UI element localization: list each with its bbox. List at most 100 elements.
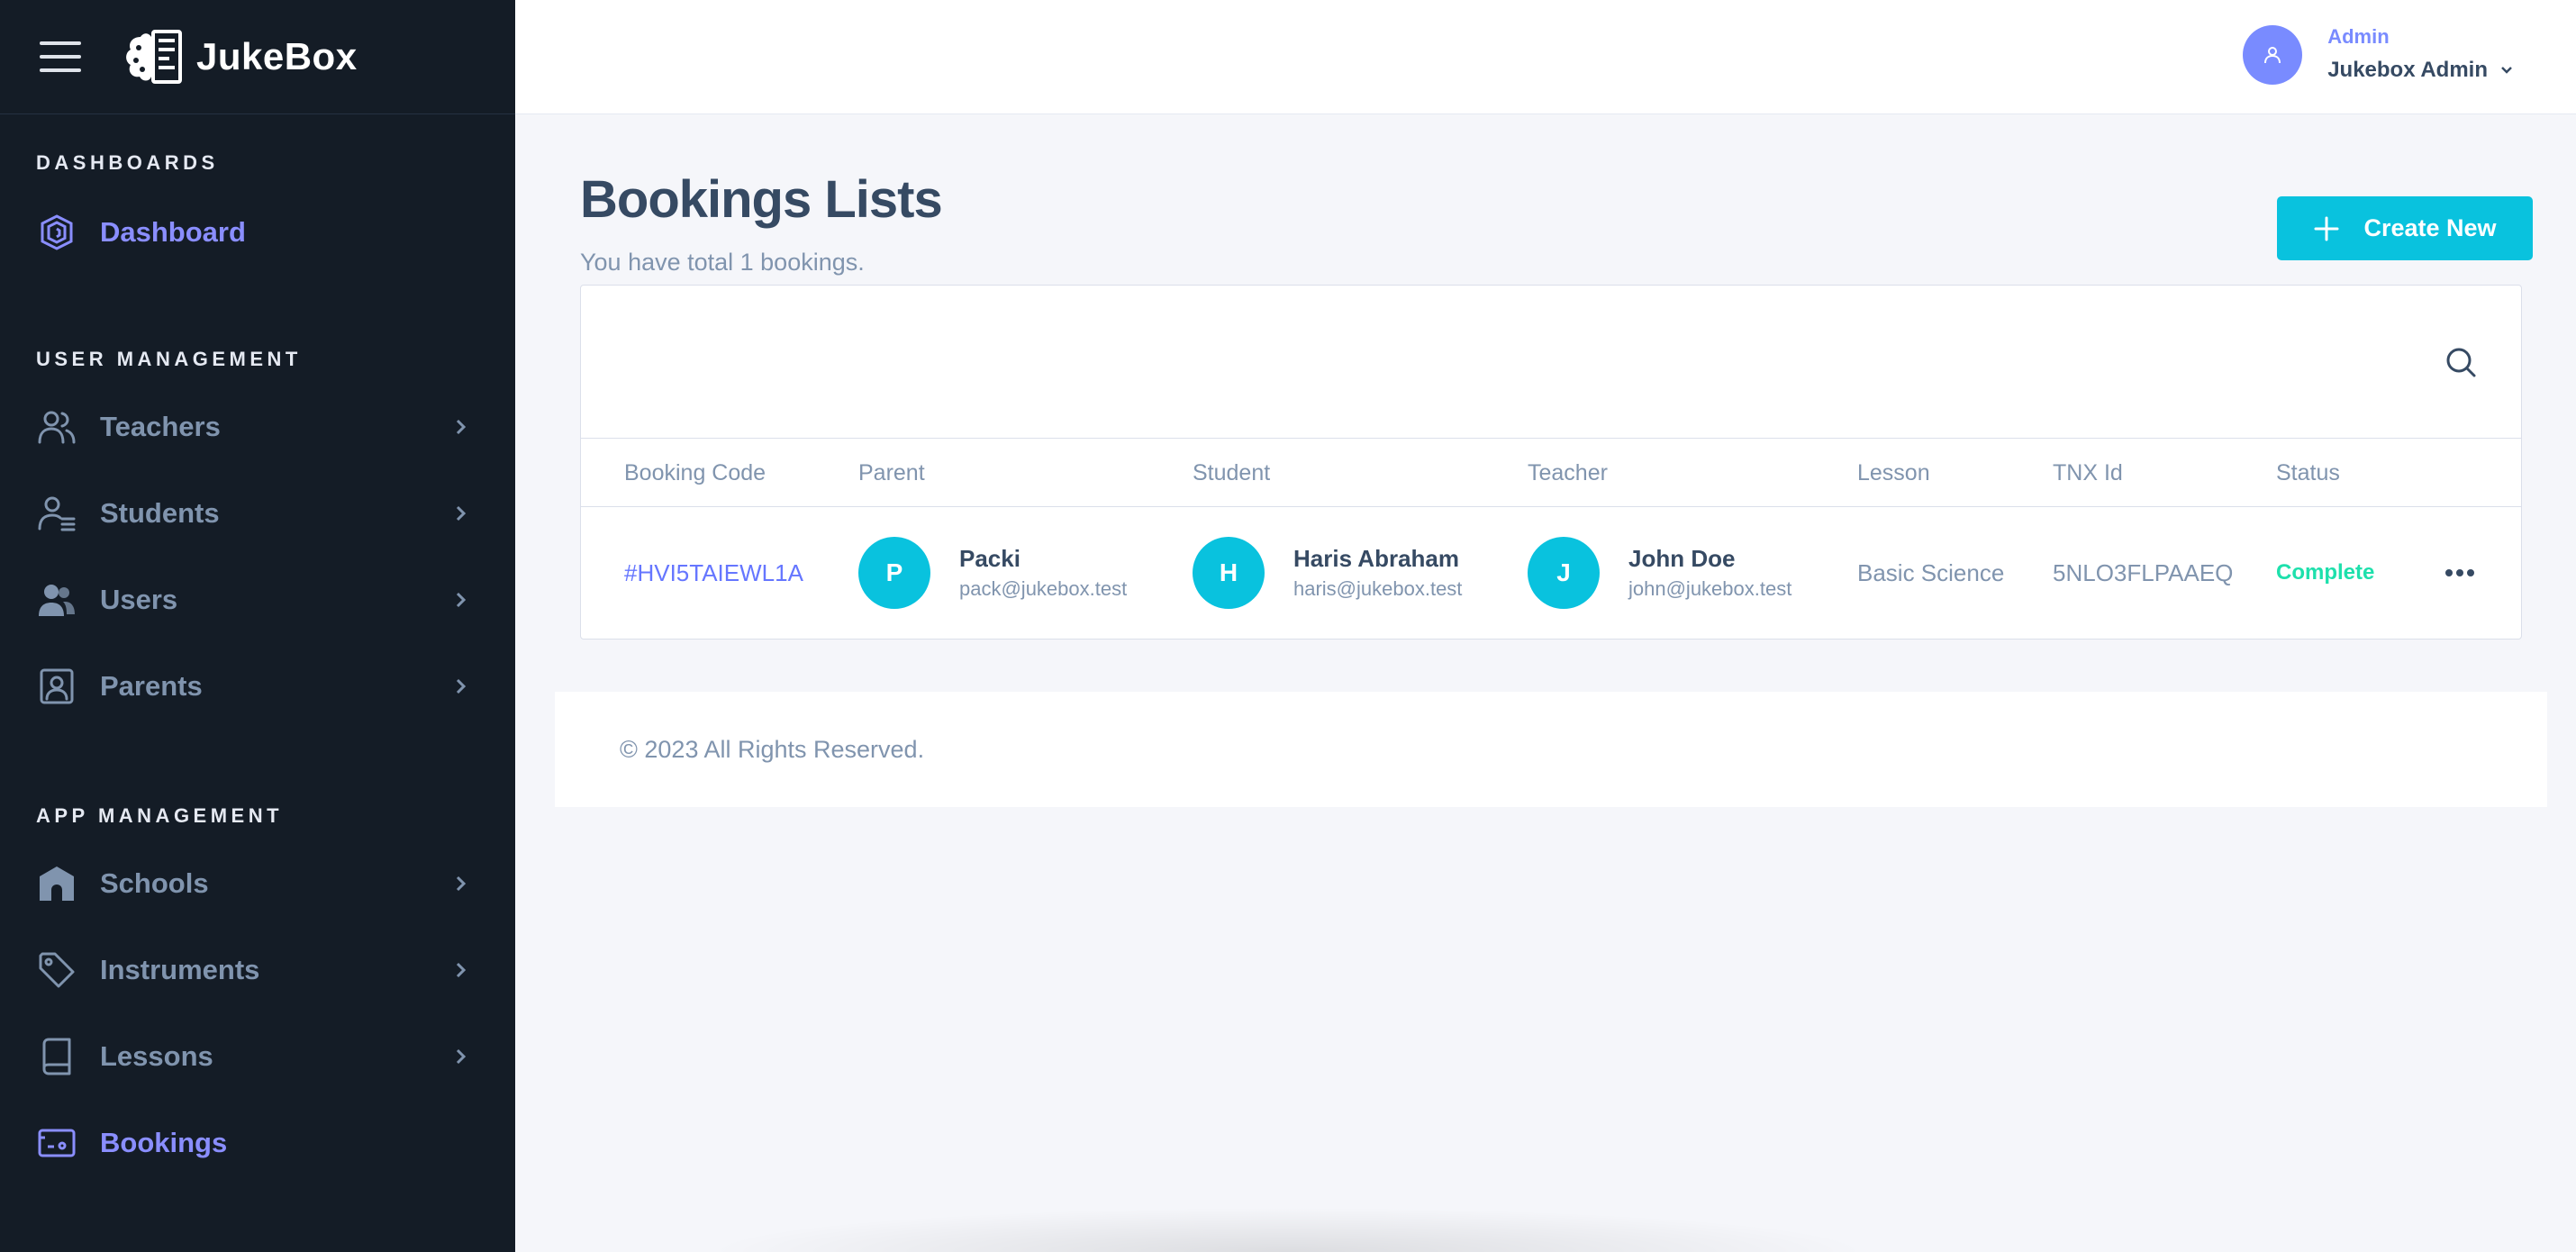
chevron-right-icon xyxy=(456,1048,467,1065)
nav-section-dashboards: DASHBOARDS Dashboard xyxy=(0,150,515,276)
teacher-name: John Doe xyxy=(1628,545,1736,572)
user-dropdown[interactable]: Admin Jukebox Admin xyxy=(2243,25,2515,85)
sidebar-item-label: Teachers xyxy=(100,411,221,442)
more-options-icon[interactable] xyxy=(2442,555,2478,591)
tag-icon xyxy=(36,949,77,991)
sidebar-item-label: Dashboard xyxy=(100,216,246,248)
brand-logo[interactable]: JukeBox xyxy=(121,24,358,89)
column-header-status: Status xyxy=(2276,460,2340,485)
cell-actions xyxy=(2442,507,2478,639)
sidebar-item-bookings[interactable]: Bookings xyxy=(0,1100,515,1186)
avatar: P xyxy=(858,537,930,609)
nav-heading: DASHBOARDS xyxy=(36,151,219,174)
cell-teacher: J John Doe john@jukebox.test xyxy=(1528,507,1791,639)
topbar: Admin Jukebox Admin xyxy=(515,0,2576,114)
create-new-label: Create New xyxy=(2363,214,2497,241)
table-row[interactable]: #HVI5TAIEWL1A P Packi pack@jukebox.test … xyxy=(581,507,2521,639)
parent-name: Packi xyxy=(959,545,1020,572)
copyright-text: © 2023 All Rights Reserved. xyxy=(620,735,925,763)
student-name: Haris Abraham xyxy=(1293,545,1459,572)
cell-student: H Haris Abraham haris@jukebox.test xyxy=(1193,507,1462,639)
sidebar-item-dashboard[interactable]: Dashboard xyxy=(0,189,515,276)
column-header-student: Student xyxy=(1193,460,1271,485)
contact-icon xyxy=(36,666,77,707)
cell-status: Complete xyxy=(2276,507,2374,639)
menu-toggle-icon[interactable] xyxy=(40,41,81,72)
user-name-text: Jukebox Admin xyxy=(2327,58,2488,82)
dashboard-icon xyxy=(36,212,77,253)
ticket-icon xyxy=(36,1122,77,1164)
footer: © 2023 All Rights Reserved. xyxy=(555,692,2547,807)
avatar: H xyxy=(1193,537,1265,609)
sidebar-item-label: Instruments xyxy=(100,954,260,985)
sidebar-item-label: Schools xyxy=(100,867,209,899)
page-subtitle: You have total 1 bookings. xyxy=(580,249,865,276)
column-header-tnx-id: TNX Id xyxy=(2053,460,2123,485)
sidebar-item-users[interactable]: Users xyxy=(0,557,515,643)
plus-icon xyxy=(2314,216,2339,240)
nav-heading: USER MANAGEMENT xyxy=(36,348,302,370)
user-group-icon xyxy=(36,579,77,621)
teacher-email: john@jukebox.test xyxy=(1628,577,1792,600)
sidebar-item-lessons[interactable]: Lessons xyxy=(0,1013,515,1100)
create-new-button[interactable]: Create New xyxy=(2277,196,2533,260)
column-header-parent: Parent xyxy=(858,460,925,485)
user-meta: Admin Jukebox Admin xyxy=(2327,25,2515,85)
column-header-lesson: Lesson xyxy=(1857,460,1930,485)
sidebar-item-students[interactable]: Students xyxy=(0,470,515,557)
page-title: Bookings Lists xyxy=(580,170,943,229)
users-icon xyxy=(36,406,77,448)
avatar xyxy=(2243,25,2303,85)
column-header-teacher: Teacher xyxy=(1528,460,1608,485)
person-info: Packi pack@jukebox.test xyxy=(959,543,1127,603)
chevron-right-icon xyxy=(456,678,467,694)
user-role: Admin xyxy=(2327,25,2390,48)
sidebar-item-teachers[interactable]: Teachers xyxy=(0,384,515,470)
logo-icon xyxy=(126,30,182,84)
sidebar-item-schools[interactable]: Schools xyxy=(0,840,515,927)
user-icon xyxy=(2264,47,2281,64)
sidebar-header: JukeBox xyxy=(0,0,515,114)
sidebar-item-label: Users xyxy=(100,584,178,615)
user-list-icon xyxy=(36,493,77,534)
sidebar-item-label: Students xyxy=(100,497,220,529)
sidebar-item-label: Bookings xyxy=(100,1127,228,1158)
card-tools xyxy=(581,286,2521,439)
nav-heading: APP MANAGEMENT xyxy=(36,804,284,827)
nav-section-user-management: USER MANAGEMENT Teachers Students Users … xyxy=(0,346,515,730)
chevron-right-icon xyxy=(456,875,467,892)
decorative-shadow xyxy=(703,1207,1873,1252)
sidebar-item-parents[interactable]: Parents xyxy=(0,643,515,730)
school-icon xyxy=(36,863,77,904)
cell-booking-code: #HVI5TAIEWL1A xyxy=(624,507,803,639)
brand-name: JukeBox xyxy=(196,35,358,77)
sidebar-item-label: Lessons xyxy=(100,1040,213,1072)
cell-parent: P Packi pack@jukebox.test xyxy=(858,507,1127,639)
sidebar-item-instruments[interactable]: Instruments xyxy=(0,927,515,1013)
chevron-down-icon xyxy=(2501,67,2512,74)
bookings-card: Booking Code Parent Student Teacher Less… xyxy=(580,285,2522,640)
chevron-right-icon xyxy=(456,962,467,978)
sidebar-item-label: Parents xyxy=(100,670,203,702)
chevron-right-icon xyxy=(456,592,467,608)
student-email: haris@jukebox.test xyxy=(1293,577,1463,600)
tnx-id-text: 5NLO3FLPAAEQ xyxy=(2053,558,2234,586)
lesson-text: Basic Science xyxy=(1857,558,2005,586)
table-header: Booking Code Parent Student Teacher Less… xyxy=(581,439,2521,507)
sidebar: JukeBox DASHBOARDS Dashboard USER MANAGE… xyxy=(0,0,515,1252)
chevron-right-icon xyxy=(456,505,467,522)
column-header-booking-code: Booking Code xyxy=(624,460,766,485)
avatar: J xyxy=(1528,537,1600,609)
search-icon[interactable] xyxy=(2444,345,2478,379)
parent-email: pack@jukebox.test xyxy=(959,577,1128,600)
user-name: Jukebox Admin xyxy=(2327,56,2515,85)
person-info: John Doe john@jukebox.test xyxy=(1628,543,1791,603)
cell-tnx-id: 5NLO3FLPAAEQ xyxy=(2053,507,2233,639)
status-badge: Complete xyxy=(2276,560,2375,585)
person-info: Haris Abraham haris@jukebox.test xyxy=(1293,543,1462,603)
booking-code-link[interactable]: #HVI5TAIEWL1A xyxy=(624,559,803,587)
nav-section-app-management: APP MANAGEMENT Schools Instruments Lesso… xyxy=(0,803,515,1186)
cell-lesson: Basic Science xyxy=(1857,507,2004,639)
chevron-right-icon xyxy=(456,419,467,435)
book-icon xyxy=(36,1036,77,1077)
